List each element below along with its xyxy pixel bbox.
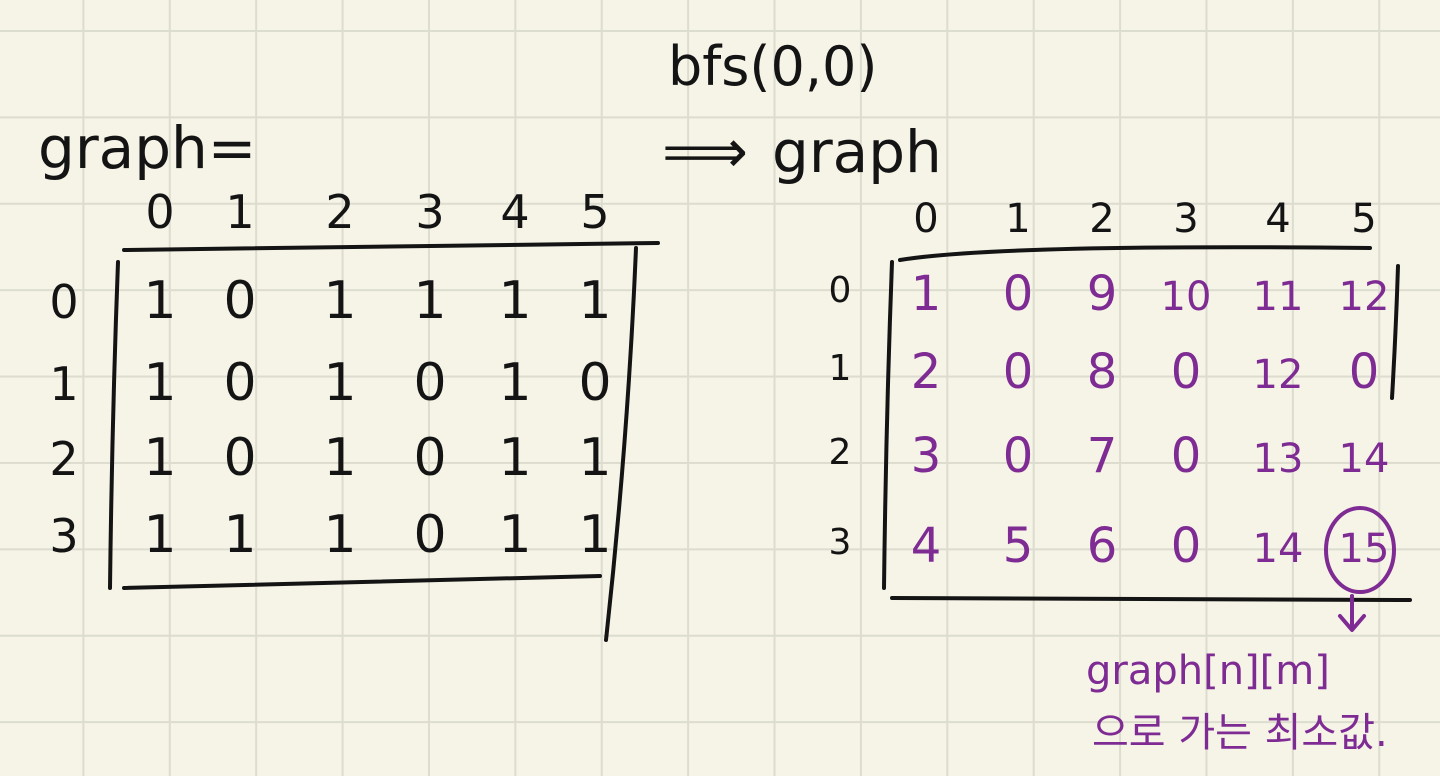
- right-cell: 8: [1087, 344, 1118, 400]
- note-line-2: 으로 가는 최소값.: [1092, 710, 1388, 756]
- left-col-header: 0: [145, 185, 174, 239]
- right-cell: 14: [1339, 436, 1390, 482]
- left-cell: 0: [223, 428, 256, 488]
- left-cell: 0: [578, 353, 611, 413]
- left-column-headers: 01 2 3 45: [145, 185, 609, 239]
- left-cell: 1: [323, 353, 356, 413]
- right-row-header: 1: [829, 348, 852, 389]
- right-row-header: 0: [829, 270, 852, 311]
- right-col-header: 1: [1005, 196, 1030, 242]
- right-cell: 0: [1003, 428, 1034, 484]
- left-row-header: 1: [49, 357, 78, 411]
- right-col-header: 0: [913, 196, 938, 242]
- left-cell: 1: [223, 505, 256, 565]
- right-cell: 1: [911, 266, 942, 322]
- left-cell: 1: [498, 428, 531, 488]
- right-cell: 12: [1253, 352, 1304, 398]
- right-cell-highlighted: 15: [1339, 526, 1390, 572]
- right-column-headers: 0 1 2 3 4 5: [913, 196, 1376, 242]
- right-cell: 0: [1171, 518, 1202, 574]
- right-cell: 0: [1003, 266, 1034, 322]
- left-cell: 0: [413, 428, 446, 488]
- graph-left-label: graph=: [38, 114, 256, 182]
- note-line-1: graph[n][m]: [1086, 648, 1330, 694]
- right-col-header: 3: [1173, 196, 1198, 242]
- notebook-canvas: graph= bfs(0,0) ⟹ graph 012345 0123 1011…: [38, 35, 1412, 756]
- right-cell: 12: [1339, 274, 1390, 320]
- right-row-header: 3: [829, 522, 852, 563]
- right-cell: 0: [1171, 428, 1202, 484]
- left-cell: 1: [578, 271, 611, 331]
- right-cell: 11: [1253, 274, 1304, 320]
- left-cell: 1: [323, 505, 356, 565]
- left-cell: 1: [143, 271, 176, 331]
- implies-arrow: ⟹: [662, 117, 748, 187]
- right-matrix-frame: [882, 245, 1412, 602]
- left-cell: 1: [498, 505, 531, 565]
- left-cell: 0: [413, 505, 446, 565]
- left-row-headers: 0 1 2 3: [49, 275, 78, 563]
- left-cell: 1: [578, 428, 611, 488]
- right-cell: 14: [1253, 526, 1304, 572]
- left-cell: 1: [413, 271, 446, 331]
- left-col-header: 1: [225, 185, 254, 239]
- left-cell: 1: [323, 428, 356, 488]
- left-row-header: 3: [49, 509, 78, 563]
- left-cell: 0: [223, 271, 256, 331]
- right-cell: 6: [1087, 518, 1118, 574]
- left-row-header: 2: [49, 432, 78, 486]
- left-col-header: 3: [415, 185, 444, 239]
- left-matrix-frame: [108, 241, 660, 642]
- right-matrix-cells: 1 0 9 10 11 122 0 8 0 12 03 0 7 0 13 144 5 6 0 14 15: [911, 266, 1390, 574]
- right-cell: 0: [1349, 344, 1380, 400]
- right-row-header: 2: [829, 432, 852, 473]
- right-row-headers: 0 1 2 3: [829, 270, 852, 563]
- right-cell: 0: [1003, 344, 1034, 400]
- right-cell: 13: [1253, 436, 1304, 482]
- left-col-header: 2: [325, 185, 354, 239]
- left-col-header: 4: [500, 185, 529, 239]
- left-row-header: 0: [49, 275, 78, 329]
- left-cell: 1: [143, 353, 176, 413]
- right-cell: 10: [1161, 274, 1212, 320]
- right-cell: 0: [1171, 344, 1202, 400]
- right-cell: 9: [1087, 266, 1118, 322]
- right-cell: 4: [911, 518, 942, 574]
- left-cell: 1: [578, 505, 611, 565]
- right-col-header: 4: [1265, 196, 1290, 242]
- left-cell: 1: [143, 428, 176, 488]
- right-cell: 5: [1003, 518, 1034, 574]
- bfs-call-label: bfs(0,0): [668, 35, 877, 98]
- right-cell: 3: [911, 428, 942, 484]
- right-col-header: 2: [1089, 196, 1114, 242]
- left-cell: 1: [143, 505, 176, 565]
- left-cell: 0: [413, 353, 446, 413]
- right-col-header: 5: [1351, 196, 1376, 242]
- left-cell: 1: [323, 271, 356, 331]
- right-cell: 2: [911, 344, 942, 400]
- left-cell: 1: [498, 353, 531, 413]
- right-cell: 7: [1087, 428, 1118, 484]
- graph-right-label: graph: [772, 118, 942, 186]
- left-matrix-cells: 1 0 1 1 1 11 0 1 0 1 01 0 1 0 1 11 1 1 0 1 1: [143, 271, 611, 565]
- left-cell: 0: [223, 353, 256, 413]
- left-cell: 1: [498, 271, 531, 331]
- left-col-header: 5: [580, 185, 609, 239]
